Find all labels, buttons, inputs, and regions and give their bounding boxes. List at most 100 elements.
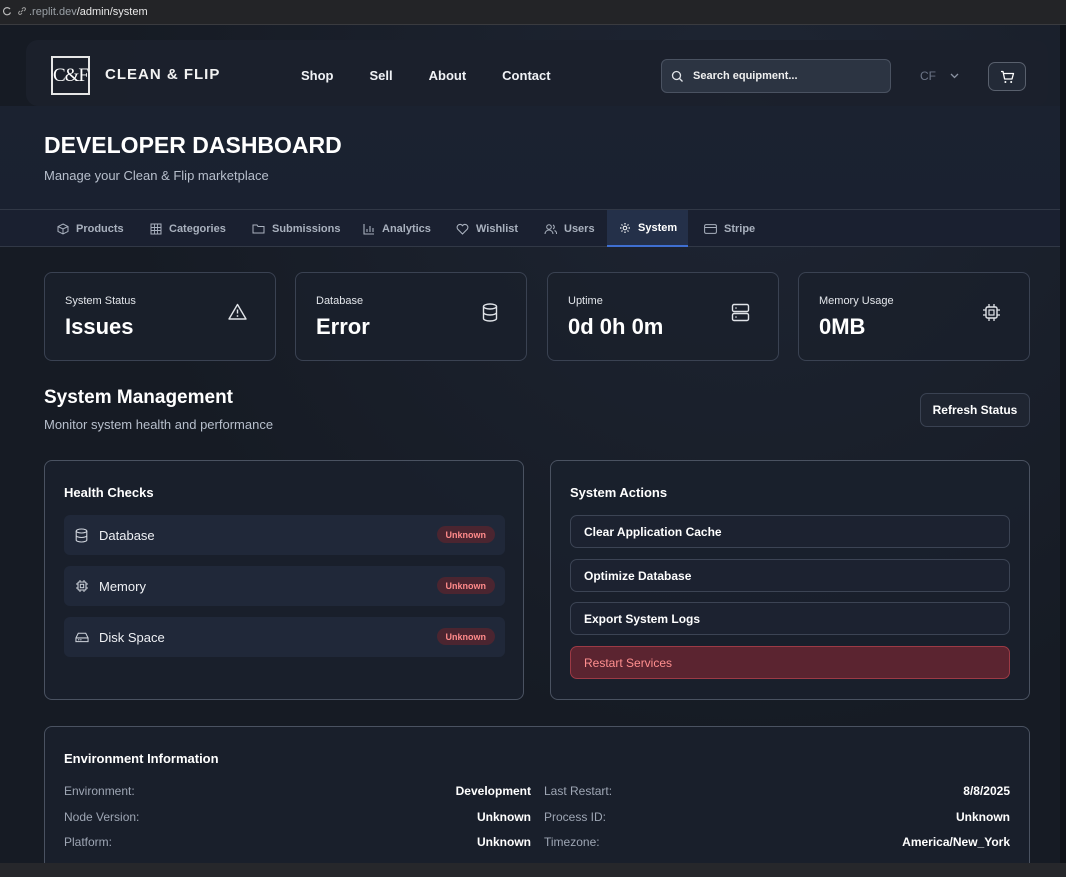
search-input[interactable]: [693, 70, 873, 82]
health-check-name: Memory: [99, 578, 146, 594]
url-path: /admin/system: [76, 6, 148, 18]
browser-url-bar[interactable]: .replit.dev/admin/system: [0, 0, 1066, 25]
browser-bottom-bar: [0, 863, 1066, 877]
tab-label: Wishlist: [476, 222, 519, 235]
stat-label: System Status: [65, 295, 136, 307]
nav-about[interactable]: About: [429, 68, 467, 83]
status-badge: Unknown: [436, 526, 495, 543]
reload-icon[interactable]: [2, 6, 14, 19]
users-icon: [544, 223, 557, 234]
stat-value: Issues: [65, 314, 134, 339]
env-row-last-restart: Last Restart: 8/8/2025: [544, 784, 1010, 798]
health-checks-panel: Health Checks Database Unknown Memory Un…: [44, 460, 524, 700]
clear-cache-button[interactable]: Clear Application Cache: [570, 515, 1010, 548]
refresh-status-button[interactable]: Refresh Status: [920, 393, 1030, 427]
section-subtitle: Monitor system health and performance: [44, 417, 274, 432]
tab-stripe[interactable]: Stripe: [692, 210, 767, 247]
stat-system-status: System Status Issues: [44, 272, 276, 361]
env-key: Platform:: [64, 835, 113, 849]
stat-value: 0MB: [819, 314, 866, 339]
system-actions-panel: System Actions Clear Application Cache O…: [550, 460, 1030, 700]
stat-value: Error: [316, 314, 370, 339]
hard-drive-icon: [75, 631, 89, 643]
page-title: DEVELOPER DASHBOARD: [44, 132, 342, 158]
health-check-name: Disk Space: [99, 629, 165, 645]
site-info-icon[interactable]: [17, 6, 27, 19]
environment-info-panel: Environment Information Environment: Dev…: [44, 726, 1030, 863]
tab-label: System: [638, 221, 678, 234]
cpu-icon: [75, 579, 89, 593]
panel-title: Health Checks: [64, 485, 154, 500]
tab-categories[interactable]: Categories: [138, 210, 238, 247]
search-box[interactable]: [661, 59, 891, 93]
env-value: Unknown: [477, 835, 531, 849]
env-value: Development: [455, 784, 531, 798]
env-value: America/New_York: [902, 835, 1010, 849]
stat-label: Memory Usage: [819, 295, 894, 307]
stat-label: Database: [316, 295, 364, 307]
chevron-down-icon: [950, 73, 959, 79]
page: C&F CLEAN & FLIP Shop Sell About Contact…: [0, 25, 1066, 863]
panel-title: Environment Information: [64, 751, 219, 766]
optimize-database-button[interactable]: Optimize Database: [570, 559, 1010, 592]
status-badge: Unknown: [436, 577, 495, 594]
main-nav: Shop Sell About Contact: [301, 68, 587, 83]
heart-icon: [456, 223, 469, 235]
tab-system[interactable]: System: [607, 210, 688, 247]
site-header: C&F CLEAN & FLIP Shop Sell About Contact…: [26, 40, 1048, 106]
grid-icon: [150, 223, 162, 234]
dashboard-hero: DEVELOPER DASHBOARD Manage your Clean & …: [0, 106, 1066, 209]
health-check-disk-space: Disk Space Unknown: [64, 617, 505, 657]
env-key: Last Restart:: [544, 784, 613, 798]
cart-button[interactable]: [988, 62, 1026, 91]
page-subtitle: Manage your Clean & Flip marketplace: [44, 168, 269, 183]
stat-uptime: Uptime 0d 0h 0m: [547, 272, 779, 361]
credit-card-icon: [704, 223, 717, 234]
alert-triangle-icon: [228, 303, 247, 320]
health-check-memory: Memory Unknown: [64, 566, 505, 606]
logo[interactable]: C&F: [51, 56, 90, 95]
env-row-node-version: Node Version: Unknown: [64, 810, 531, 824]
nav-shop[interactable]: Shop: [301, 68, 334, 83]
box-icon: [57, 222, 69, 235]
logo-text[interactable]: CLEAN & FLIP: [105, 66, 220, 83]
tab-label: Products: [76, 222, 124, 235]
tab-label: Analytics: [382, 222, 431, 235]
bar-chart-icon: [363, 223, 374, 235]
cpu-icon: [983, 304, 1000, 321]
tab-wishlist[interactable]: Wishlist: [444, 210, 530, 247]
status-badge: Unknown: [436, 628, 495, 645]
nav-sell[interactable]: Sell: [370, 68, 393, 83]
tab-analytics[interactable]: Analytics: [351, 210, 443, 247]
user-menu[interactable]: CF: [920, 69, 959, 83]
folder-icon: [252, 224, 265, 234]
export-logs-button[interactable]: Export System Logs: [570, 602, 1010, 635]
search-icon: [671, 70, 683, 82]
tab-label: Categories: [169, 222, 226, 235]
server-icon: [731, 303, 750, 322]
env-row-process-id: Process ID: Unknown: [544, 810, 1010, 824]
database-icon: [75, 527, 89, 543]
tab-label: Stripe: [724, 222, 756, 235]
tab-products[interactable]: Products: [45, 210, 136, 247]
admin-tabs: Products Categories Submissions Analytic…: [0, 209, 1066, 247]
env-key: Node Version:: [64, 810, 140, 824]
scrollbar[interactable]: [1060, 25, 1066, 863]
env-row-platform: Platform: Unknown: [64, 835, 531, 849]
tab-submissions[interactable]: Submissions: [240, 210, 352, 247]
env-value: Unknown: [956, 810, 1010, 824]
nav-contact[interactable]: Contact: [502, 68, 550, 83]
env-row-timezone: Timezone: America/New_York: [544, 835, 1010, 849]
tab-label: Submissions: [272, 222, 341, 235]
gear-icon: [620, 222, 630, 233]
env-row-environment: Environment: Development: [64, 784, 531, 798]
tab-users[interactable]: Users: [532, 210, 607, 247]
env-key: Process ID:: [544, 810, 607, 824]
env-key: Timezone:: [544, 835, 600, 849]
env-value: 8/8/2025: [963, 784, 1010, 798]
panel-title: System Actions: [570, 485, 668, 500]
url-host: .replit.dev: [29, 6, 77, 18]
restart-services-button[interactable]: Restart Services: [570, 646, 1010, 679]
stat-label: Uptime: [568, 295, 603, 307]
tab-label: Users: [564, 222, 595, 235]
